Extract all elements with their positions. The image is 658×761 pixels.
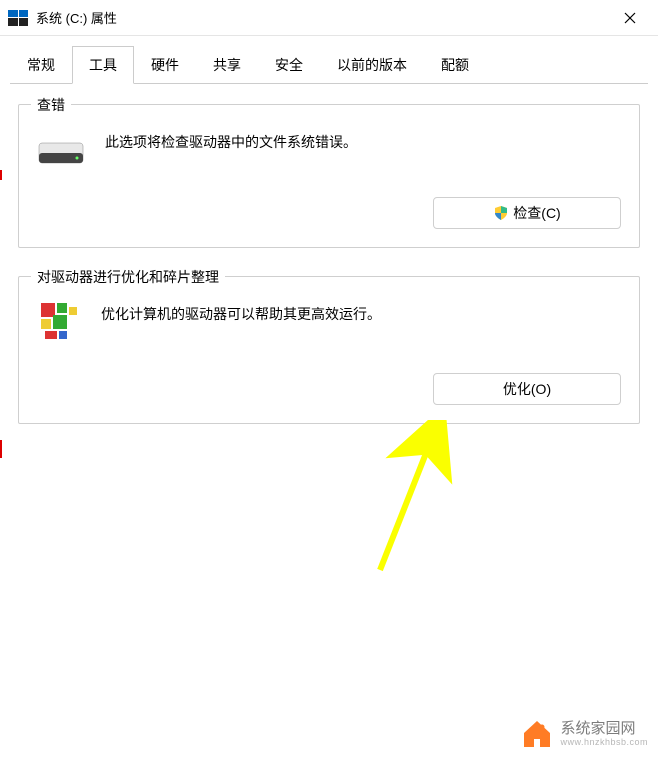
watermark-text: 系统家园网 <box>560 721 648 738</box>
tab-previous-versions[interactable]: 以前的版本 <box>320 46 424 84</box>
check-button-label: 检查(C) <box>513 203 560 223</box>
close-icon <box>624 12 636 24</box>
drive-window-icon <box>8 10 28 26</box>
drive-icon <box>37 135 85 167</box>
window-title: 系统 (C:) 属性 <box>36 8 610 27</box>
watermark-sub: www.hnzkhbsb.com <box>560 737 648 747</box>
optimize-button-label: 优化(O) <box>503 379 551 399</box>
check-button[interactable]: 检查(C) <box>433 197 621 229</box>
error-check-title: 查错 <box>31 95 71 115</box>
optimize-desc: 优化计算机的驱动器可以帮助其更高效运行。 <box>101 297 381 325</box>
optimize-title: 对驱动器进行优化和碎片整理 <box>31 267 225 287</box>
tab-hardware[interactable]: 硬件 <box>134 46 196 84</box>
optimize-button[interactable]: 优化(O) <box>433 373 621 405</box>
titlebar: 系统 (C:) 属性 <box>0 0 658 36</box>
optimize-group: 对驱动器进行优化和碎片整理 优化计算机的驱动器可以帮助其更高效运行。 优化(O) <box>18 276 640 424</box>
house-icon <box>520 717 554 751</box>
watermark: 系统家园网 www.hnzkhbsb.com <box>520 717 648 751</box>
tab-content: 查错 此选项将检查驱动器中的文件系统错误。 <box>0 84 658 472</box>
tab-quota[interactable]: 配额 <box>424 46 486 84</box>
tab-general[interactable]: 常规 <box>10 46 72 84</box>
shield-icon <box>493 205 509 221</box>
defrag-icon <box>37 299 81 343</box>
tab-bar: 常规 工具 硬件 共享 安全 以前的版本 配额 <box>0 36 658 84</box>
close-button[interactable] <box>610 0 650 36</box>
annotation-mark <box>0 440 2 458</box>
tab-sharing[interactable]: 共享 <box>196 46 258 84</box>
tab-tools[interactable]: 工具 <box>72 46 134 84</box>
error-check-group: 查错 此选项将检查驱动器中的文件系统错误。 <box>18 104 640 248</box>
annotation-mark <box>0 170 2 180</box>
error-check-desc: 此选项将检查驱动器中的文件系统错误。 <box>105 125 357 153</box>
tab-security[interactable]: 安全 <box>258 46 320 84</box>
